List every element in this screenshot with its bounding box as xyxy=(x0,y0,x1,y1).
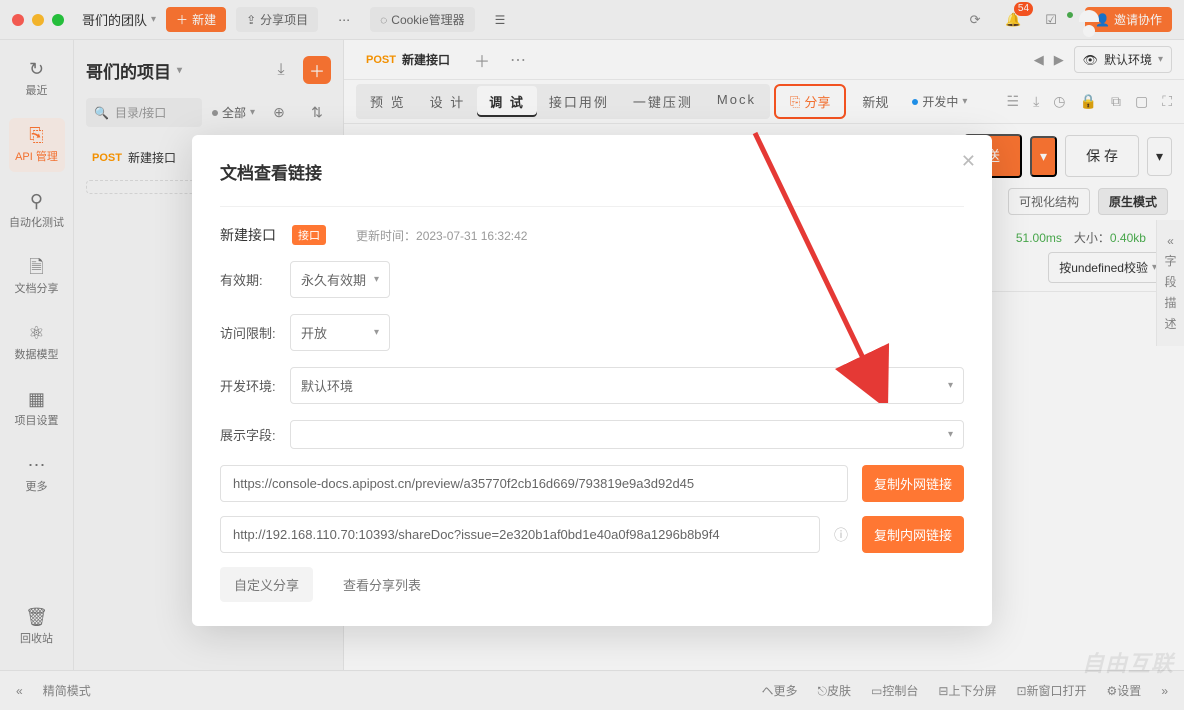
env-select[interactable]: 默认环境 ▾ xyxy=(290,367,964,404)
modal-api-name: 新建接口 xyxy=(220,225,276,245)
modal-title: 文档查看链接 xyxy=(220,159,964,184)
chevron-down-icon: ▾ xyxy=(948,429,953,440)
private-url-input[interactable]: http://192.168.110.70:10393/shareDoc?iss… xyxy=(220,516,820,553)
access-label: 访问限制: xyxy=(220,323,280,342)
fields-label: 展示字段: xyxy=(220,425,280,444)
custom-share-button[interactable]: 自定义分享 xyxy=(220,567,313,602)
access-value: 开放 xyxy=(301,323,327,342)
copy-private-button[interactable]: 复制内网链接 xyxy=(862,516,964,553)
share-link-modal: ✕ 文档查看链接 新建接口 接口 更新时间：2023-07-31 16:32:4… xyxy=(192,135,992,626)
update-time: 更新时间：2023-07-31 16:32:42 xyxy=(356,227,527,244)
fields-select[interactable]: ▾ xyxy=(290,420,964,449)
env-label: 开发环境: xyxy=(220,376,280,395)
chevron-down-icon: ▾ xyxy=(374,274,379,285)
expire-select[interactable]: 永久有效期 ▾ xyxy=(290,261,390,298)
public-url-input[interactable]: https://console-docs.apipost.cn/preview/… xyxy=(220,465,848,502)
close-icon[interactable]: ✕ xyxy=(961,151,976,172)
access-select[interactable]: 开放 ▾ xyxy=(290,314,390,351)
expire-label: 有效期: xyxy=(220,270,280,289)
copy-public-button[interactable]: 复制外网链接 xyxy=(862,465,964,502)
divider xyxy=(220,206,964,207)
help-icon[interactable]: ⓘ xyxy=(834,525,848,545)
chevron-down-icon: ▾ xyxy=(948,380,953,391)
view-share-list-button[interactable]: 查看分享列表 xyxy=(329,567,435,602)
chevron-down-icon: ▾ xyxy=(374,327,379,338)
expire-value: 永久有效期 xyxy=(301,270,366,289)
env-value: 默认环境 xyxy=(301,376,353,395)
api-tag: 接口 xyxy=(292,225,326,245)
